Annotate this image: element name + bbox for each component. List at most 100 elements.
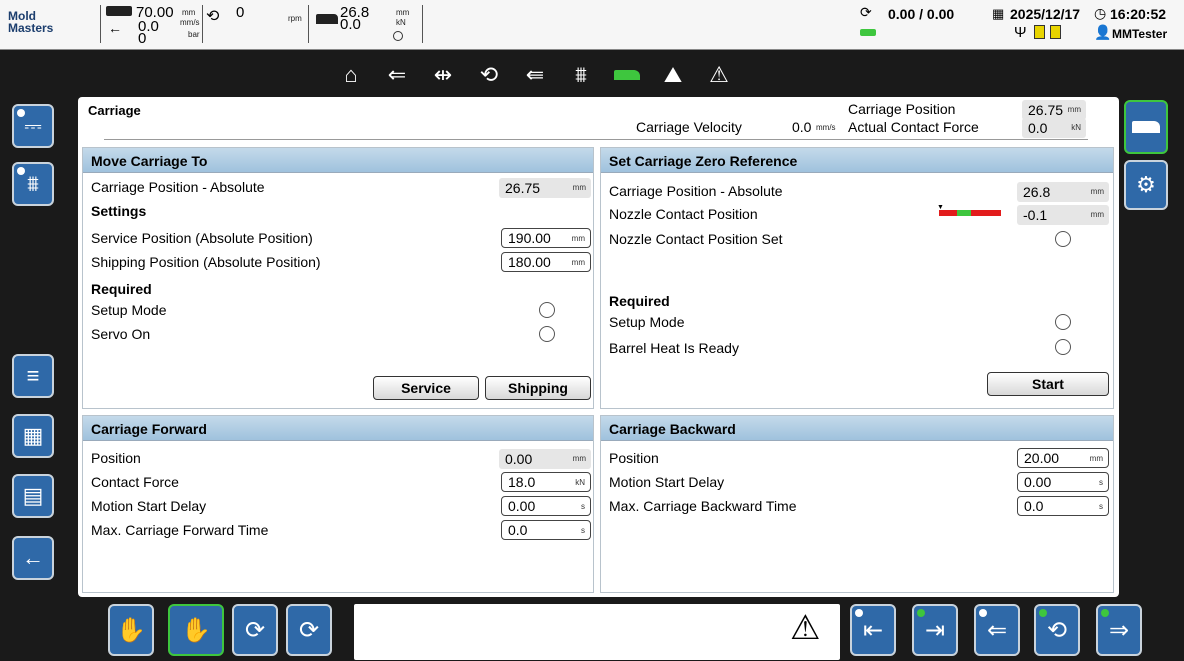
backward-delay-input[interactable]: 0.00 s [1017, 472, 1109, 492]
required-heading: Required [91, 281, 152, 297]
setup-mode-indicator [1055, 314, 1071, 330]
actual-force-label: Actual Contact Force [848, 119, 979, 135]
status-circle-icon [393, 31, 403, 41]
message-area [354, 604, 840, 660]
semi-auto-icon[interactable]: ⟳ [232, 604, 278, 656]
power-unit-icon[interactable]: ⎓ [12, 104, 54, 148]
max-forward-time-input[interactable]: 0.0 s [501, 520, 591, 540]
status-bar: Mold Masters 70.00 0.0 0 ← mm mm/s bar ⟲… [0, 0, 1184, 50]
document-icon[interactable]: ▤ [12, 474, 54, 518]
carriage-backward-section: Carriage Backward Position 20.00 mm Motio… [600, 415, 1114, 593]
carriage-forward-icon[interactable]: ⇥ [912, 604, 958, 656]
carriage-position-readout: 26.75 mm [1022, 100, 1086, 120]
carriage-active-shape [614, 70, 640, 80]
username: MMTester [1112, 27, 1168, 41]
home-icon[interactable]: ⌂ [330, 54, 372, 96]
plasticize-icon[interactable]: ⟲ [468, 54, 510, 96]
move-carriage-section: Move Carriage To Carriage Position - Abs… [82, 147, 594, 409]
user-icon: 👤 [1094, 24, 1112, 40]
section-title: Carriage Forward [83, 416, 593, 441]
section-title: Move Carriage To [83, 148, 593, 173]
barrel-heat-indicator [1055, 339, 1071, 355]
screw-rotate-icon[interactable]: ⟲ [1034, 604, 1080, 656]
carriage-velocity-value: 0.0 [792, 119, 812, 135]
shipping-position-label: Shipping Position (Absolute Position) [91, 254, 321, 270]
heater-icon[interactable]: ⩩ [560, 54, 602, 96]
max-forward-time-label: Max. Carriage Forward Time [91, 522, 269, 538]
servo-on-indicator [539, 326, 555, 342]
cycle-icon: ⟳ [860, 4, 872, 20]
start-button[interactable]: Start [987, 372, 1109, 396]
menu-icon[interactable]: ≡ [12, 354, 54, 398]
calculator-icon[interactable]: ▦ [12, 414, 54, 458]
required-heading: Required [609, 293, 670, 309]
position-label: Position [91, 450, 141, 466]
inject-forward-icon[interactable]: ⇒ [1096, 604, 1142, 656]
nozzle-set-indicator [1055, 231, 1071, 247]
position-absolute-readout: 26.75 mm [499, 178, 591, 198]
barrel-heat-label: Barrel Heat Is Ready [609, 340, 739, 356]
setup-mode-label: Setup Mode [609, 314, 685, 330]
shipping-button[interactable]: Shipping [485, 376, 591, 400]
alarm-ack-icon[interactable]: ⚠ [790, 608, 820, 648]
auto-cycle-icon[interactable]: ⟳ [286, 604, 332, 656]
motion-delay-label: Motion Start Delay [91, 498, 207, 514]
forward-position-readout: 0.00 mm [499, 449, 591, 469]
alarm-icon[interactable]: ⚠ [698, 54, 740, 96]
file-icon [1034, 25, 1045, 39]
section-title: Set Carriage Zero Reference [601, 148, 1113, 173]
settings-heading: Settings [91, 203, 147, 219]
carriage-screen-icon[interactable] [1124, 100, 1168, 154]
service-button[interactable]: Service [373, 376, 479, 400]
actual-force-readout: 0.0 kN [1022, 118, 1086, 138]
clock-icon: ◷ [1094, 5, 1107, 21]
setup-mode-indicator [539, 302, 555, 318]
service-position-input[interactable]: 190.00 mm [501, 228, 591, 248]
motion-delay-label: Motion Start Delay [609, 474, 725, 490]
carriage-panel: Carriage Carriage Position 26.75 mm Carri… [78, 97, 1119, 597]
usb-icon: Ψ [1014, 24, 1027, 41]
injection-back-icon[interactable]: ⇐ [974, 604, 1020, 656]
time: 16:20:52 [1110, 6, 1167, 22]
service-position-label: Service Position (Absolute Position) [91, 230, 313, 246]
screen-nav: ⌂ ⇐ ⇹ ⟲ ⇚ ⩩ ⛰ ⚠ [330, 54, 744, 96]
screw-rpm-value: 0 [236, 4, 245, 21]
calendar-icon: ▦ [992, 6, 1005, 21]
zero-reference-section: Set Carriage Zero Reference Carriage Pos… [600, 147, 1114, 409]
profile-icon[interactable]: ⛰ [652, 54, 694, 96]
injection-icon[interactable]: ⇐ [376, 54, 418, 96]
decompress-icon[interactable]: ⇚ [514, 54, 556, 96]
max-backward-time-input[interactable]: 0.0 s [1017, 496, 1109, 516]
nozzle-contact-readout: -0.1 mm [1017, 205, 1109, 225]
section-title: Carriage Backward [601, 416, 1113, 441]
nozzle-position-bar: ▼ [937, 204, 1001, 216]
zero-position-readout: 26.8 mm [1017, 182, 1109, 202]
left-arrow-icon: ← [108, 20, 122, 36]
shipping-position-input[interactable]: 180.00 mm [501, 252, 591, 272]
contact-force-input[interactable]: 18.0 kN [501, 472, 591, 492]
position-absolute-label: Carriage Position - Absolute [609, 183, 783, 199]
carriage-backward-icon[interactable]: ⇤ [850, 604, 896, 656]
position-absolute-label: Carriage Position - Absolute [91, 179, 265, 195]
hold-pressure-icon[interactable]: ⇹ [422, 54, 464, 96]
carriage-velocity-label: Carriage Velocity [636, 119, 742, 135]
manual-jog-icon[interactable]: ✋ [108, 604, 154, 656]
back-arrow-icon[interactable]: ← [12, 536, 54, 580]
forward-delay-input[interactable]: 0.00 s [501, 496, 591, 516]
injection-speed-icon [106, 6, 132, 16]
manual-mode-icon[interactable]: ✋ [168, 604, 224, 656]
carriage-icon[interactable] [606, 54, 648, 96]
settings-gears-icon[interactable]: ⚙ [1124, 160, 1168, 210]
carriage-icon [316, 14, 338, 24]
date: 2025/12/17 [1010, 6, 1081, 22]
position-label: Position [609, 450, 659, 466]
backward-position-input[interactable]: 20.00 mm [1017, 448, 1109, 468]
nozzle-contact-label: Nozzle Contact Position [609, 206, 758, 222]
page-title: Carriage [88, 103, 141, 118]
screw-rotation-icon: ⟲ [206, 8, 220, 25]
carriage-force-value: 0.0 [340, 16, 361, 33]
heater-zones-icon[interactable]: ⩩ [12, 162, 54, 206]
injection-status-icon [860, 29, 876, 36]
camera-icon [1050, 25, 1061, 39]
carriage-position-label: Carriage Position [848, 101, 956, 117]
